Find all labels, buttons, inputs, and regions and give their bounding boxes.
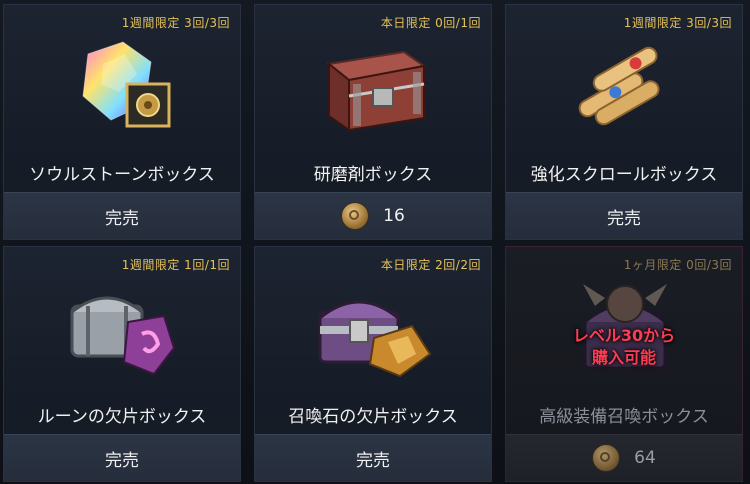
summon-stone-fragment-box-icon [255, 271, 491, 391]
scroll-box-icon [506, 29, 742, 149]
buy-button[interactable]: 16 [255, 192, 491, 239]
shop-item-premium-equipment-box[interactable]: 1ヶ月限定 0回/3回 レベル30から 購入可能 高級装備召喚ボックス 64 [505, 246, 743, 482]
item-name: 強化スクロールボックス [530, 165, 718, 185]
sold-out-button[interactable]: 完売 [255, 434, 491, 481]
sold-out-button[interactable]: 完売 [4, 192, 240, 239]
price-label: 完売 [607, 208, 641, 229]
gem-coin-icon [592, 444, 621, 472]
shop-item-summon-stone-fragment-box[interactable]: 本日限定 2回/2回 召喚石の欠片ボックス 完売 [254, 246, 492, 482]
sold-out-button[interactable]: 完売 [4, 434, 240, 481]
shop-item-rune-fragment-box[interactable]: 1週間限定 1回/1回 ルーンの欠片ボックス 完売 [3, 246, 241, 482]
gem-coin-icon [341, 202, 370, 230]
price-label: 完売 [356, 450, 390, 471]
price-label: 完売 [105, 208, 139, 229]
item-name: 高級装備召喚ボックス [539, 407, 709, 427]
item-name: 召喚石の欠片ボックス [288, 407, 458, 427]
buy-button-disabled[interactable]: 64 [506, 434, 742, 481]
level-requirement-notice: レベル30から 購入可能 [572, 326, 676, 367]
price-label: 16 [383, 206, 405, 226]
shop-item-soulstone-box[interactable]: 1週間限定 3回/3回 ソウルストーンボックス 完売 [3, 4, 241, 240]
shop-grid: 1週間限定 3回/3回 ソウルストーンボックス 完売 本日限定 0回/1回 研磨… [0, 0, 750, 484]
price-label: 完売 [105, 450, 139, 471]
sold-out-button[interactable]: 完売 [506, 192, 742, 239]
rune-fragment-box-icon [4, 271, 240, 391]
item-name: ソウルストーンボックス [29, 165, 215, 185]
abrasive-box-icon [255, 29, 491, 149]
shop-item-abrasive-box[interactable]: 本日限定 0回/1回 研磨剤ボックス 16 [254, 4, 492, 240]
soulstone-box-icon [4, 29, 240, 149]
item-name: ルーンの欠片ボックス [37, 407, 207, 427]
item-name: 研磨剤ボックス [313, 165, 433, 185]
price-label: 64 [634, 448, 656, 468]
shop-item-scroll-box[interactable]: 1週間限定 3回/3回 強化スクロールボックス 完売 [505, 4, 743, 240]
